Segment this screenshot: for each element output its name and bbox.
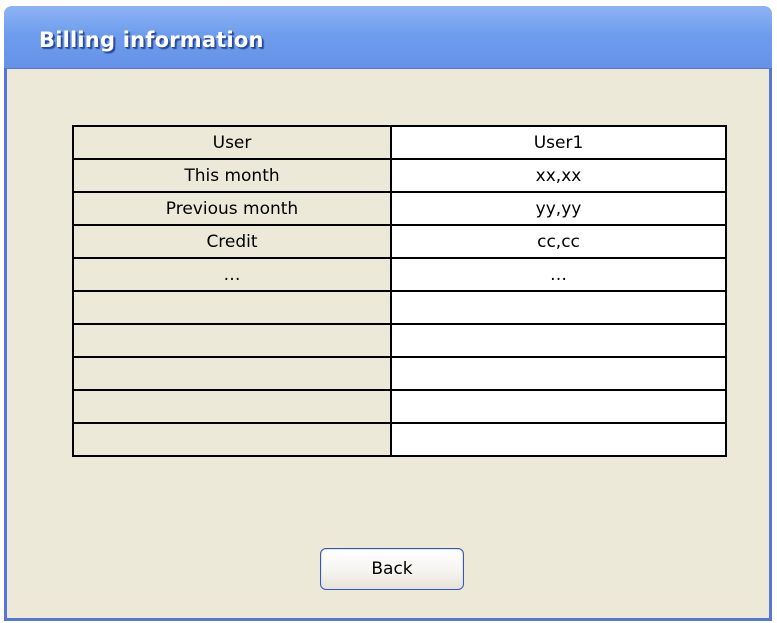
row-label-empty [72, 356, 392, 391]
title-bar: Billing information [4, 6, 772, 69]
window-title: Billing information [39, 28, 264, 52]
row-value-empty [390, 290, 727, 325]
row-label-this-month: This month [72, 158, 392, 193]
table-row: This month xx,xx [72, 158, 727, 193]
table-row [72, 422, 727, 457]
row-value-credit: cc,cc [390, 224, 727, 259]
row-label-empty [72, 323, 392, 358]
table-row [72, 389, 727, 424]
table-row [72, 323, 727, 358]
row-label-empty [72, 389, 392, 424]
row-label-credit: Credit [72, 224, 392, 259]
table-row: Previous month yy,yy [72, 191, 727, 226]
billing-window: Billing information User User1 This mont… [4, 6, 772, 621]
back-button[interactable]: Back [320, 548, 464, 590]
row-value-user: User1 [390, 125, 727, 160]
row-value-empty [390, 323, 727, 358]
billing-table: User User1 This month xx,xx Previous mon… [72, 125, 727, 457]
row-value-empty [390, 422, 727, 457]
row-value-this-month: xx,xx [390, 158, 727, 193]
row-value-previous-month: yy,yy [390, 191, 727, 226]
row-value-ellipsis: … [390, 257, 727, 292]
table-row: User User1 [72, 125, 727, 160]
table-row: Credit cc,cc [72, 224, 727, 259]
table-row [72, 290, 727, 325]
row-value-empty [390, 356, 727, 391]
table-row [72, 356, 727, 391]
row-label-ellipsis: … [72, 257, 392, 292]
row-label-previous-month: Previous month [72, 191, 392, 226]
table-row: … … [72, 257, 727, 292]
row-label-user: User [72, 125, 392, 160]
row-label-empty [72, 422, 392, 457]
row-value-empty [390, 389, 727, 424]
row-label-empty [72, 290, 392, 325]
